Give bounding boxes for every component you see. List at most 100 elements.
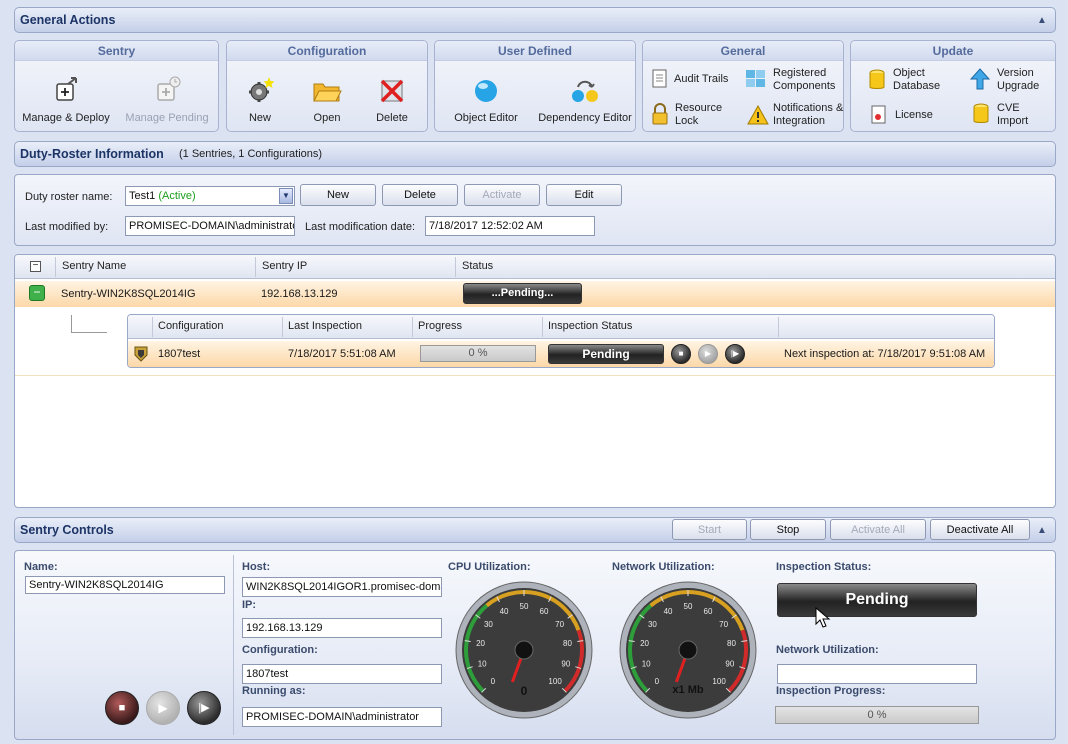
duty-roster-name-value: Test1 (129, 190, 156, 202)
version-upgrade-button[interactable]: Version Upgrade (997, 67, 1057, 93)
last-inspection-cell: 7/18/2017 5:51:08 AM (288, 348, 396, 360)
col-sentry-name[interactable]: Sentry Name (62, 260, 126, 272)
gauge-hub (514, 640, 534, 660)
object-database-button[interactable]: Object Database (893, 67, 953, 93)
roster-delete-button[interactable]: Delete (382, 184, 458, 206)
network-gauge-value: x1 Mb (672, 684, 704, 696)
manage-pending-label: Manage Pending (125, 112, 209, 124)
config-delete-button[interactable]: Delete (369, 75, 415, 124)
running-as-field[interactable]: PROMISEC-DOMAIN\administrator (242, 707, 442, 727)
ip-field[interactable]: 192.168.13.129 (242, 618, 442, 638)
collapse-all-icon[interactable]: − (30, 261, 41, 272)
start-button[interactable]: Start (672, 519, 747, 540)
duty-roster-panel: Duty roster name: Test1 (Active) ▼ New D… (14, 174, 1056, 246)
dependency-editor-button[interactable]: Dependency Editor (535, 75, 635, 124)
config-new-button[interactable]: New (237, 75, 283, 124)
skip-icon[interactable]: |▶ (725, 344, 745, 364)
host-label: Host: (242, 561, 271, 573)
activate-all-button[interactable]: Activate All (830, 519, 926, 540)
play-icon[interactable]: ▶ (698, 344, 718, 364)
manage-pending-button[interactable]: Manage Pending (121, 75, 213, 124)
sentry-row[interactable]: − Sentry-WIN2K8SQL2014IG 192.168.13.129 … (15, 281, 1055, 307)
skip-sentry-icon[interactable]: |▶ (187, 691, 221, 725)
network-utilization-field[interactable] (777, 664, 977, 684)
gauge-tick-label: 70 (719, 620, 728, 629)
col-status[interactable]: Status (462, 260, 493, 272)
stop-icon[interactable]: ■ (671, 344, 691, 364)
cve-import-button[interactable]: CVE Import (997, 102, 1047, 128)
expand-toggle-icon[interactable]: − (29, 285, 45, 301)
configuration-row[interactable]: 1807test 7/18/2017 5:51:08 AM 0 % Pendin… (128, 341, 994, 367)
deactivate-all-button[interactable]: Deactivate All (930, 519, 1030, 540)
version-upgrade-icon (969, 68, 991, 90)
resource-lock-button[interactable]: Resource Lock (675, 102, 735, 128)
host-field[interactable]: WIN2K8SQL2014IGOR1.promisec-domain (242, 577, 442, 597)
modification-date-field[interactable]: 7/18/2017 12:52:02 AM (425, 216, 595, 236)
sentry-grid: − Sentry Name Sentry IP Status − Sentry-… (14, 254, 1056, 508)
gauge-tick-label: 10 (642, 660, 651, 669)
progress-bar: 0 % (420, 345, 536, 362)
inspection-status-badge[interactable]: Pending (548, 344, 664, 364)
col-inspection-status[interactable]: Inspection Status (548, 320, 632, 332)
sentry-controls-header: Sentry Controls Start Stop Activate All … (14, 517, 1056, 543)
duty-roster-name-label: Duty roster name: (25, 191, 113, 203)
object-editor-icon (475, 80, 497, 102)
config-delete-label: Delete (376, 112, 408, 124)
configuration-label: Configuration: (242, 644, 318, 656)
manage-pending-icon (157, 76, 181, 101)
gauge-tick-label: 50 (684, 602, 693, 611)
license-button[interactable]: License (895, 109, 933, 122)
shield-icon (134, 346, 148, 362)
audit-trails-button[interactable]: Audit Trails (674, 73, 728, 86)
modification-date-label: Last modification date: (305, 221, 416, 233)
roster-new-button[interactable]: New (300, 184, 376, 206)
duty-roster-status: (Active) (158, 190, 196, 202)
warning-icon (747, 105, 769, 125)
roster-activate-button[interactable]: Activate (464, 184, 540, 206)
gauge-tick-label: 80 (727, 639, 736, 648)
update-group: Update Object Database Version Upgrade L… (850, 40, 1056, 132)
col-sentry-ip[interactable]: Sentry IP (262, 260, 307, 272)
mouse-cursor-icon (815, 607, 831, 628)
user-defined-group: User Defined Object Editor Dependency Ed… (434, 40, 636, 132)
gauge-tick-label: 20 (476, 639, 485, 648)
manage-deploy-icon (56, 77, 77, 101)
folder-open-icon (313, 83, 342, 102)
play-sentry-icon[interactable]: ▶ (146, 691, 180, 725)
col-configuration[interactable]: Configuration (158, 320, 223, 332)
duty-roster-title: Duty-Roster Information (20, 147, 164, 161)
object-editor-button[interactable]: Object Editor (447, 75, 525, 124)
notifications-integration-button[interactable]: Notifications & Integration (773, 102, 845, 128)
configuration-subgrid: Configuration Last Inspection Progress I… (127, 314, 995, 368)
config-open-button[interactable]: Open (305, 75, 349, 124)
stop-button[interactable]: Stop (750, 519, 826, 540)
stop-sentry-icon[interactable]: ■ (105, 691, 139, 725)
lock-icon (652, 103, 668, 125)
user-defined-group-title: User Defined (435, 41, 635, 61)
update-group-title: Update (851, 41, 1055, 61)
running-as-label: Running as: (242, 685, 306, 697)
cpu-gauge-value: 0 (520, 684, 528, 698)
col-last-inspection[interactable]: Last Inspection (288, 320, 362, 332)
gauge-tick-label: 50 (520, 602, 529, 611)
duty-roster-name-select[interactable]: Test1 (Active) ▼ (125, 186, 295, 206)
gauge-tick-label: 40 (664, 607, 673, 616)
registered-components-button[interactable]: Registered Components (773, 67, 843, 93)
inspection-status-large-badge[interactable]: Pending (777, 583, 977, 617)
col-progress[interactable]: Progress (418, 320, 462, 332)
collapse-chevron-icon-2[interactable]: ▲ (1035, 524, 1049, 538)
manage-deploy-button[interactable]: Manage & Deploy (21, 75, 111, 124)
modified-by-field[interactable]: PROMISEC-DOMAIN\administrator (125, 216, 295, 236)
roster-edit-button[interactable]: Edit (546, 184, 622, 206)
gauge-tick-label: 10 (478, 660, 487, 669)
configuration-field[interactable]: 1807test (242, 664, 442, 684)
config-name-cell: 1807test (158, 348, 201, 360)
manage-deploy-label: Manage & Deploy (22, 112, 110, 124)
sentry-grid-header: − Sentry Name Sentry IP Status (15, 255, 1055, 279)
modified-by-label: Last modified by: (25, 221, 109, 233)
sentry-status-badge[interactable]: ...Pending... (463, 283, 582, 304)
collapse-chevron-icon[interactable]: ▲ (1035, 14, 1049, 28)
gauge-tick-label: 30 (648, 620, 657, 629)
name-field[interactable]: Sentry-WIN2K8SQL2014IG (25, 576, 225, 594)
dropdown-chevron-icon[interactable]: ▼ (279, 188, 293, 204)
